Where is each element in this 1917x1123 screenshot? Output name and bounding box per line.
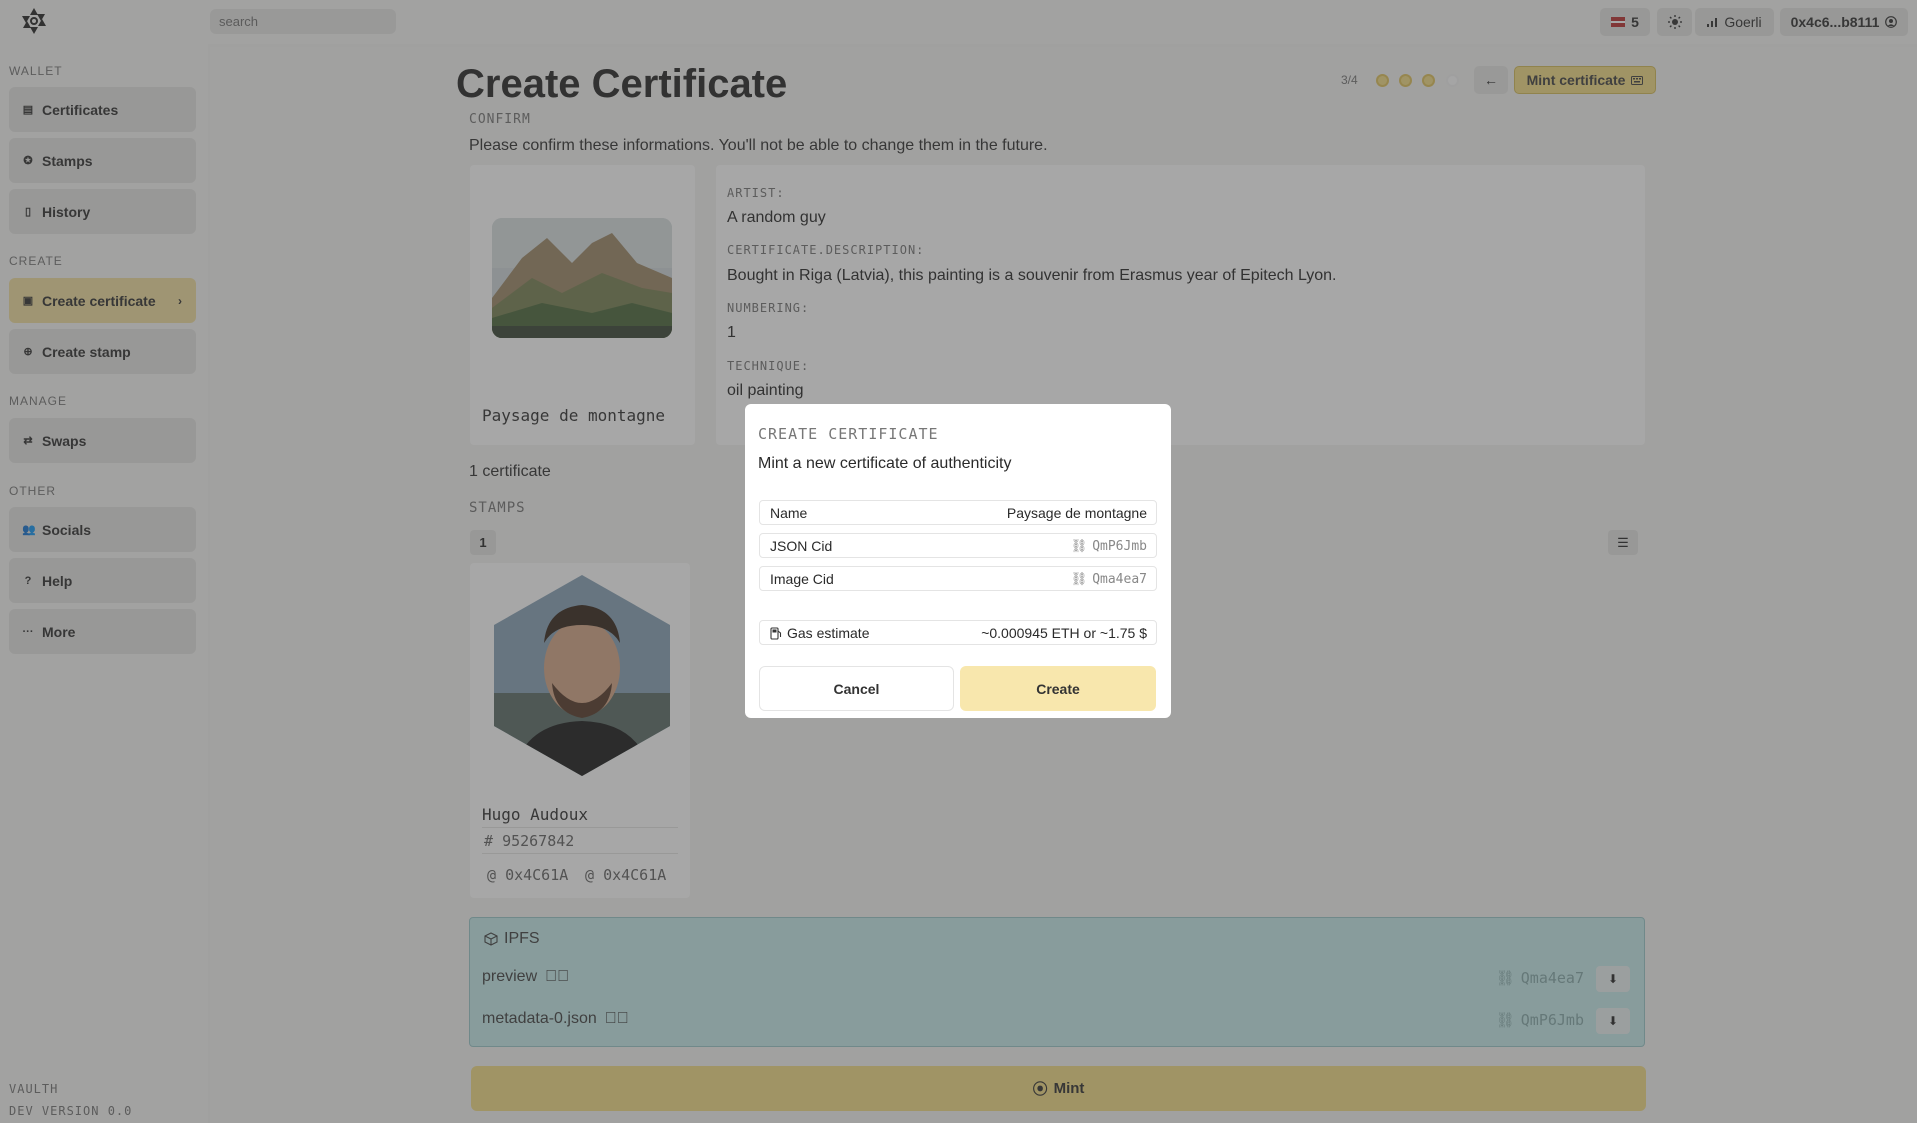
fuel-icon	[770, 626, 782, 640]
modal-subtitle: Mint a new certificate of authenticity	[758, 455, 1012, 472]
row-key: Gas estimate	[770, 625, 869, 641]
create-button[interactable]: Create	[960, 666, 1156, 711]
cid-value: Qma4ea7	[1092, 572, 1147, 587]
link-icon: ⛓	[1070, 572, 1088, 587]
gas-value: ~0.000945 ETH or ~1.75 $	[981, 625, 1147, 641]
link-icon: ⛓	[1070, 539, 1088, 554]
cid-value: QmP6Jmb	[1092, 539, 1147, 554]
gas-label: Gas estimate	[787, 625, 870, 641]
json-cid-row[interactable]: JSON Cid ⛓ QmP6Jmb	[759, 533, 1157, 558]
image-cid-row[interactable]: Image Cid ⛓ Qma4ea7	[759, 566, 1157, 591]
row-value: ⛓ QmP6Jmb	[1071, 539, 1147, 554]
name-row: Name Paysage de montagne	[759, 500, 1157, 525]
create-certificate-modal: CREATE CERTIFICATE Mint a new certificat…	[745, 404, 1171, 718]
row-key: Image Cid	[770, 571, 834, 587]
row-key: Name	[770, 505, 808, 521]
row-value: ⛓ Qma4ea7	[1071, 572, 1147, 587]
modal-title: CREATE CERTIFICATE	[758, 425, 939, 443]
row-value: Paysage de montagne	[1006, 505, 1147, 521]
row-key: JSON Cid	[770, 538, 833, 554]
cancel-button[interactable]: Cancel	[759, 666, 954, 711]
gas-estimate-row: Gas estimate ~0.000945 ETH or ~1.75 $	[759, 620, 1157, 645]
